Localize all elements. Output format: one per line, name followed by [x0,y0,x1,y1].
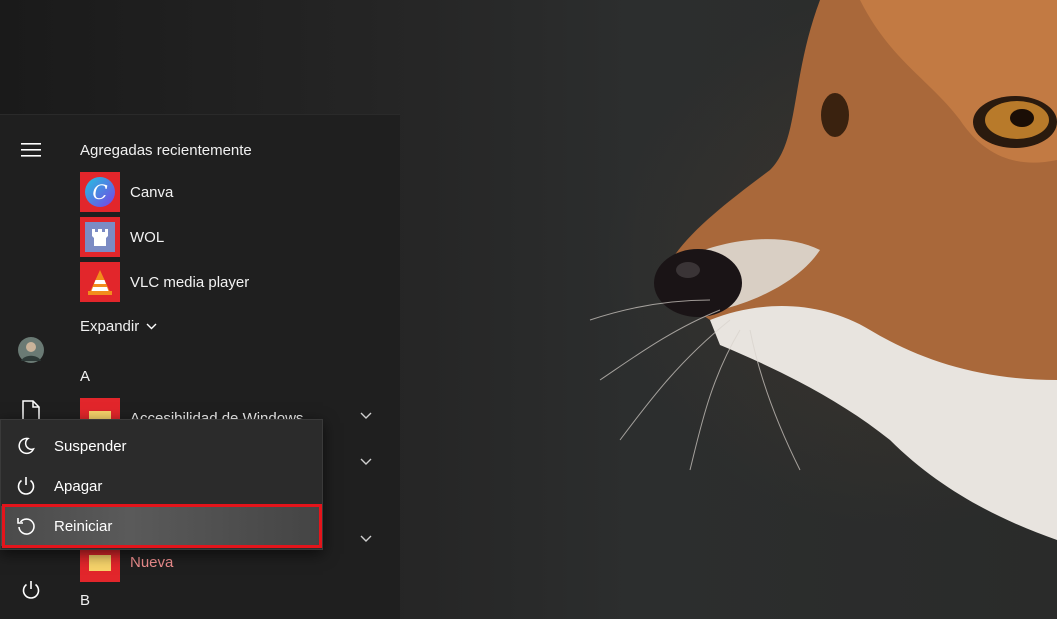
svg-text:C: C [92,180,107,204]
restart-menu-item[interactable]: Reiniciar [1,506,322,546]
power-icon [22,581,40,599]
app-label: Canva [130,183,174,201]
letter-header-b[interactable]: B [80,592,90,609]
suspend-label: Suspender [54,437,127,455]
chevron-down-icon[interactable] [360,458,372,466]
canva-icon: C [80,172,120,212]
suspend-menu-item[interactable]: Suspender [1,426,322,466]
avatar [18,337,44,363]
fox-wallpaper-image [589,0,1057,540]
expand-button[interactable]: Expandir [80,318,157,335]
app-label: Nueva [130,553,174,571]
vlc-icon [80,262,120,302]
letter-header-a[interactable]: A [80,368,90,385]
app-item-wol[interactable]: WOL [80,217,164,257]
shutdown-label: Apagar [54,477,103,495]
power-icon [17,477,35,495]
moon-icon [18,437,35,455]
wol-icon [80,217,120,257]
shutdown-menu-item[interactable]: Apagar [1,466,322,506]
user-account-button[interactable] [14,333,48,367]
hamburger-icon [21,143,41,157]
app-label: WOL [130,228,165,246]
expand-label: Expandir [80,318,140,335]
recently-added-heading: Agregadas recientemente [80,142,252,159]
hamburger-menu-button[interactable] [14,133,48,167]
app-item-canva[interactable]: C Canva [80,172,173,212]
power-options-menu: Suspender Apagar Reiniciar [0,419,323,550]
chevron-down-icon[interactable] [360,412,372,420]
chevron-down-icon[interactable] [360,535,372,543]
chevron-down-icon [146,323,157,330]
app-item-vlc[interactable]: VLC media player [80,262,249,302]
power-button[interactable] [14,573,48,607]
restart-icon [17,518,35,535]
app-label: VLC media player [130,273,250,291]
restart-label: Reiniciar [54,517,113,535]
